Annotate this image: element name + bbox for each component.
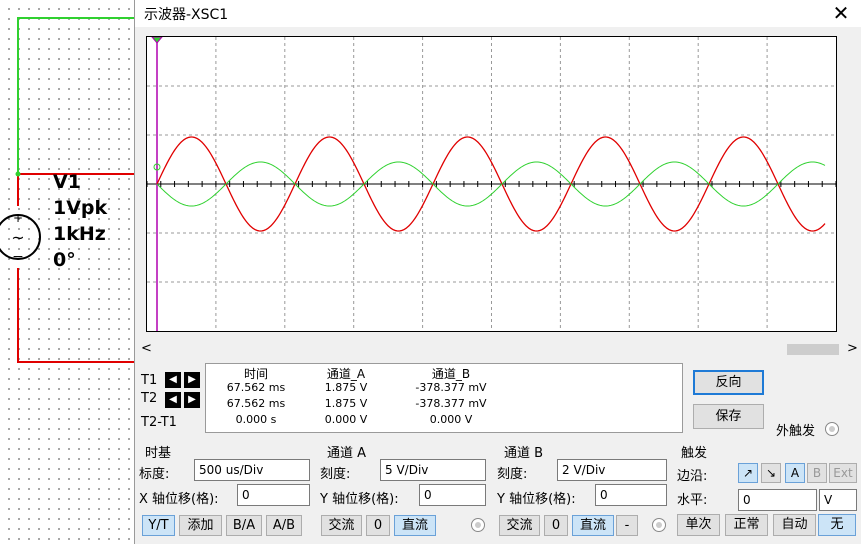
- t2-label: T2: [141, 391, 158, 406]
- cursor-handle-icon: [151, 37, 163, 44]
- window-title: 示波器-XSC1: [144, 7, 229, 23]
- channel-a-zero-button[interactable]: 0: [366, 515, 390, 536]
- trigger-source-ext-button[interactable]: Ext: [829, 463, 857, 483]
- channel-b-yposition-field[interactable]: 0: [595, 484, 667, 506]
- trigger-source-a-button[interactable]: A: [785, 463, 805, 483]
- channel-b-terminal[interactable]: [652, 518, 666, 532]
- header-time: 时间: [243, 367, 268, 381]
- yt-mode-button[interactable]: Y/T: [142, 515, 175, 536]
- t1-label: T1: [141, 373, 158, 388]
- channel-b-ac-button[interactable]: 交流: [499, 515, 540, 536]
- channel-b-invert-button[interactable]: -: [616, 515, 638, 536]
- channel-a-scale-field[interactable]: 5 V/Div: [380, 459, 486, 481]
- header-channel-a: 通道_A: [326, 367, 366, 381]
- channel-a-yposition-field[interactable]: 0: [419, 484, 486, 506]
- falling-edge-icon[interactable]: ↘: [761, 463, 781, 483]
- trigger-level-unit[interactable]: V: [819, 489, 857, 511]
- oscilloscope-window: 示波器-XSC1 ✕ < > T1 ◀ ▶ T2 ◀ ▶ T2-T1 时间 通道…: [134, 0, 861, 544]
- channel-b-title: 通道 B: [504, 446, 544, 461]
- sine-symbol: ~: [11, 228, 24, 247]
- timebase-title: 时基: [145, 446, 172, 461]
- header-channel-b: 通道_B: [431, 367, 471, 381]
- trigger-level-field[interactable]: 0: [738, 489, 817, 511]
- trigger-edge-label: 边沿:: [677, 469, 708, 484]
- channel-a-scale-label: 刻度:: [320, 467, 351, 482]
- trigger-title: 触发: [681, 446, 708, 461]
- scroll-thumb[interactable]: [787, 344, 839, 355]
- scroll-right-icon[interactable]: >: [847, 341, 858, 356]
- delta-channel-b: 0.000 V: [429, 413, 473, 426]
- t2-right-icon[interactable]: ▶: [184, 392, 200, 408]
- scroll-left-icon[interactable]: <: [141, 341, 152, 356]
- ground-return-wire: [17, 268, 134, 363]
- channel-b-dc-button[interactable]: 直流: [572, 515, 614, 536]
- t1-right-icon[interactable]: ▶: [184, 372, 200, 388]
- trigger-single-button[interactable]: 单次: [677, 514, 720, 536]
- t2-time: 67.562 ms: [226, 397, 286, 410]
- channel-b-zero-button[interactable]: 0: [544, 515, 568, 536]
- channel-b-scale-label: 刻度:: [497, 467, 528, 482]
- source-amplitude: 1Vpk: [53, 197, 108, 219]
- channel-a-dc-button[interactable]: 直流: [394, 515, 436, 536]
- close-icon[interactable]: ✕: [830, 1, 852, 25]
- channel-a-terminal[interactable]: [471, 518, 485, 532]
- external-trigger-terminal[interactable]: [825, 422, 839, 436]
- horizontal-scrollbar[interactable]: < >: [135, 341, 861, 358]
- t1-channel-a: 1.875 V: [324, 381, 368, 394]
- t1-time: 67.562 ms: [226, 381, 286, 394]
- t1-left-icon[interactable]: ◀: [165, 372, 181, 388]
- delta-time: 0.000 s: [235, 413, 277, 426]
- channel-a-title: 通道 A: [327, 446, 367, 461]
- waveform-plot: [147, 37, 836, 331]
- display-area: [135, 27, 861, 341]
- timebase-scale-label: 标度:: [139, 467, 170, 482]
- rising-edge-icon[interactable]: ↗: [738, 463, 758, 483]
- schematic-canvas: + ~ − V1 1Vpk 1kHz 0°: [0, 0, 134, 544]
- trigger-level-label: 水平:: [677, 493, 708, 508]
- ba-mode-button[interactable]: B/A: [226, 515, 262, 536]
- x-position-label: X 轴位移(格):: [139, 492, 219, 507]
- title-bar[interactable]: 示波器-XSC1 ✕: [135, 0, 861, 27]
- measurement-readout: 时间 通道_A 通道_B 67.562 ms 1.875 V -378.377 …: [205, 363, 683, 433]
- wire-junction: [15, 171, 21, 177]
- delta-channel-a: 0.000 V: [324, 413, 368, 426]
- t2-left-icon[interactable]: ◀: [165, 392, 181, 408]
- channel-a-yposition-label: Y 轴位移(格):: [320, 492, 399, 507]
- reverse-button[interactable]: 反向: [693, 370, 764, 395]
- ab-mode-button[interactable]: A/B: [266, 515, 302, 536]
- minus-sign: −: [12, 249, 24, 265]
- t2-channel-b: -378.377 mV: [415, 397, 487, 410]
- control-panel: T1 ◀ ▶ T2 ◀ ▶ T2-T1 时间 通道_A 通道_B 67.562 …: [135, 358, 861, 544]
- trigger-normal-button[interactable]: 正常: [725, 514, 768, 536]
- channel-b-wire: [17, 17, 134, 174]
- scope-screen[interactable]: [146, 36, 837, 332]
- t2-t1-label: T2-T1: [141, 415, 177, 430]
- source-name[interactable]: V1: [53, 169, 81, 195]
- timebase-scale-field[interactable]: 500 us/Div: [194, 459, 310, 481]
- plus-sign: +: [13, 211, 23, 225]
- add-mode-button[interactable]: 添加: [179, 515, 222, 536]
- trigger-source-b-button[interactable]: B: [807, 463, 827, 483]
- x-position-field[interactable]: 0: [237, 484, 310, 506]
- trigger-auto-button[interactable]: 自动: [773, 514, 816, 536]
- trigger-none-button[interactable]: 无: [818, 514, 856, 536]
- source-frequency: 1kHz: [53, 223, 106, 245]
- channel-b-scale-field[interactable]: 2 V/Div: [557, 459, 667, 481]
- channel-b-yposition-label: Y 轴位移(格):: [497, 492, 576, 507]
- source-phase: 0°: [53, 249, 76, 271]
- external-trigger-label: 外触发: [776, 424, 816, 439]
- t1-channel-b: -378.377 mV: [415, 381, 487, 394]
- save-button[interactable]: 保存: [693, 404, 764, 429]
- channel-a-ac-button[interactable]: 交流: [321, 515, 362, 536]
- t2-channel-a: 1.875 V: [324, 397, 368, 410]
